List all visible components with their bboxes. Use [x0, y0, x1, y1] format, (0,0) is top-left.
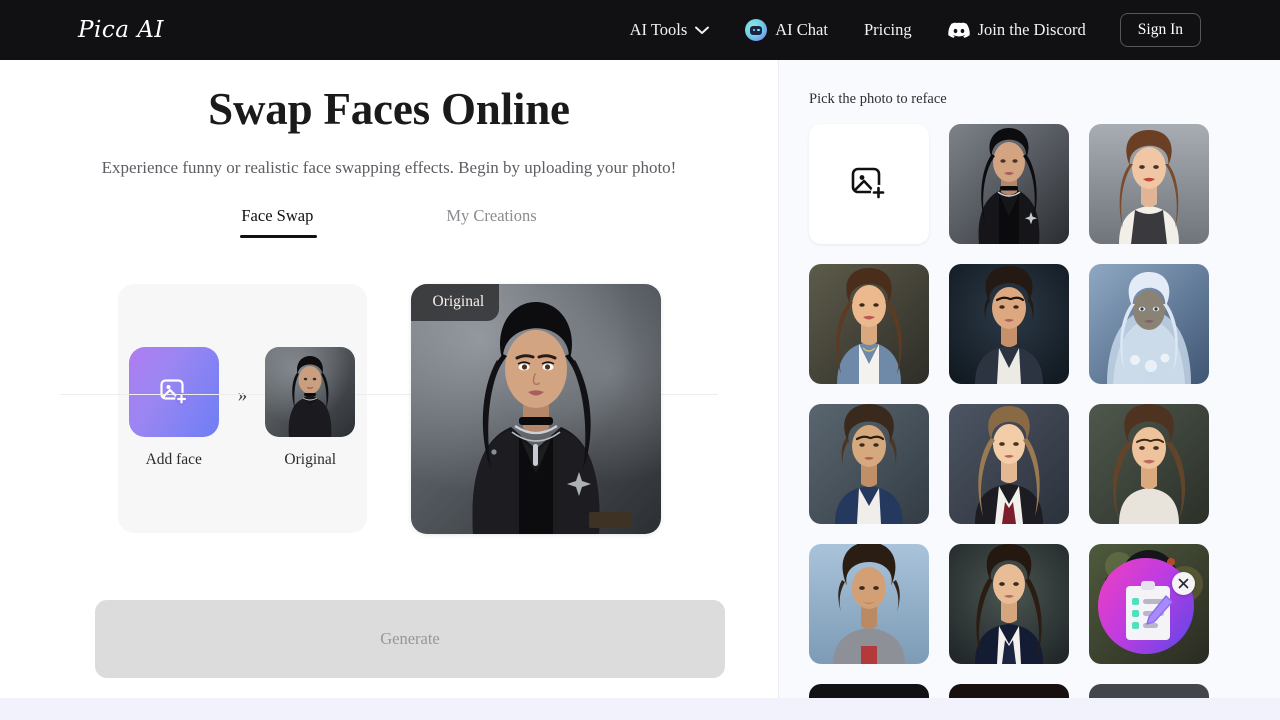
portrait-art-1: [949, 124, 1069, 244]
add-face-slot[interactable]: Add face: [128, 347, 219, 469]
original-face-thumbnail[interactable]: [265, 347, 356, 438]
sign-in-button[interactable]: Sign In: [1119, 13, 1201, 47]
preview-original-badge: Original: [410, 283, 500, 321]
nav-item-join-discord[interactable]: Join the Discord: [947, 14, 1086, 46]
portrait-art-3: [809, 264, 929, 384]
nav-item-ai-tools[interactable]: AI Tools: [630, 14, 710, 46]
survey-clipboard-icon: [1126, 581, 1173, 640]
photo-tile-8[interactable]: [1089, 404, 1209, 524]
portrait-art-2: [1089, 124, 1209, 244]
add-face-button[interactable]: [128, 347, 219, 438]
survey-close-button[interactable]: [1172, 572, 1195, 595]
portrait-art-4: [949, 264, 1069, 384]
photo-tile-9[interactable]: [809, 544, 929, 664]
tab-bar: Face Swap My Creations: [0, 206, 778, 395]
original-face-label: Original: [284, 451, 337, 469]
close-icon: [1178, 578, 1189, 589]
ai-chat-robot-icon: [745, 19, 768, 41]
portrait-art-original-small: [265, 347, 356, 438]
photo-tile-13[interactable]: [949, 684, 1069, 698]
discord-icon: [947, 22, 970, 39]
add-face-label: Add face: [145, 451, 202, 469]
photo-tile-5[interactable]: [1089, 264, 1209, 384]
portrait-art-9: [809, 544, 929, 664]
brand-logo[interactable]: Pica AI: [78, 18, 164, 42]
face-selection-card: Add face » Original: [117, 283, 367, 533]
nav-item-label: Join the Discord: [977, 20, 1086, 39]
photo-tile-1[interactable]: [949, 124, 1069, 244]
photo-tile-10[interactable]: [949, 544, 1069, 664]
page-body: Swap Faces Online Experience funny or re…: [0, 60, 1280, 720]
photo-tile-14[interactable]: [1089, 684, 1209, 698]
generate-button[interactable]: Generate: [95, 600, 725, 678]
face-swap-panel: Swap Faces Online Experience funny or re…: [0, 60, 778, 698]
chevron-down-icon: [695, 26, 710, 35]
nav-item-label: Pricing: [863, 20, 912, 39]
nav-item-label: AI Chat: [775, 20, 828, 39]
nav-item-label: AI Tools: [629, 20, 688, 39]
photo-tile-2[interactable]: [1089, 124, 1209, 244]
page-title: Swap Faces Online: [208, 84, 570, 134]
photo-picker-panel: Pick the photo to reface: [779, 60, 1280, 698]
nav-item-pricing[interactable]: Pricing: [864, 14, 912, 46]
image-plus-icon: [157, 375, 191, 409]
nav-item-ai-chat[interactable]: AI Chat: [745, 13, 828, 47]
portrait-art-6: [809, 404, 929, 524]
photo-tile-7[interactable]: [949, 404, 1069, 524]
original-face-slot[interactable]: Original: [265, 347, 356, 469]
portrait-art-13: [949, 684, 1069, 698]
page-root: Pica AI AI Tools AI Chat Pricing Join th…: [0, 0, 1280, 720]
portrait-art-7: [949, 404, 1069, 524]
photo-picker-label: Pick the photo to reface: [809, 91, 947, 107]
face-swap-workspace: Add face » Original Original: [0, 283, 778, 534]
preview-image[interactable]: Original: [410, 283, 661, 534]
portrait-art-14: [1089, 684, 1209, 698]
portrait-art-8: [1089, 404, 1209, 524]
tab-face-swap[interactable]: Face Swap: [240, 206, 318, 238]
portrait-art-12: [809, 684, 929, 698]
primary-nav: AI Tools AI Chat Pricing Join the Discor…: [630, 13, 1201, 47]
photo-tile-6[interactable]: [809, 404, 929, 524]
upload-photo-tile[interactable]: [809, 124, 929, 244]
tab-my-creations[interactable]: My Creations: [446, 206, 536, 238]
portrait-art-preview: [410, 283, 661, 534]
photo-tile-12[interactable]: [809, 684, 929, 698]
portrait-art-5: [1089, 264, 1209, 384]
swap-arrow-icon: »: [237, 385, 247, 407]
photo-tile-3[interactable]: [809, 264, 929, 384]
top-navigation-bar: Pica AI AI Tools AI Chat Pricing Join th…: [0, 0, 1280, 60]
portrait-art-10: [949, 544, 1069, 664]
image-plus-icon: [848, 163, 890, 205]
footer-strip: [0, 698, 1280, 720]
photo-tile-4[interactable]: [949, 264, 1069, 384]
page-subtitle: Experience funny or realistic face swapp…: [101, 157, 677, 177]
